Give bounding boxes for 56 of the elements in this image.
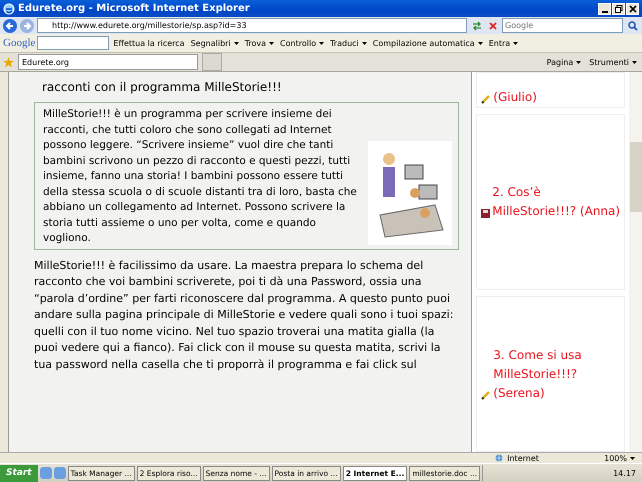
stop-icon [488, 20, 498, 30]
toolbar-button[interactable]: Controllo [278, 38, 326, 48]
back-arrow-icon [5, 20, 15, 30]
caret-icon [362, 42, 367, 45]
restore-button[interactable] [612, 2, 625, 14]
caret-icon [630, 456, 635, 460]
refresh-button[interactable] [470, 19, 483, 32]
toolbar-button[interactable]: Trova [242, 38, 276, 48]
caret-icon [319, 42, 324, 45]
pencil-icon [481, 390, 492, 400]
minimize-button[interactable] [598, 2, 611, 14]
favorites-star-icon[interactable] [3, 56, 14, 68]
toolbar-button[interactable]: Segnalibri [188, 38, 241, 48]
window-title: Edurete.org - Microsoft Internet Explorer [18, 3, 251, 14]
clock-text: 14.17 [613, 468, 636, 478]
search-icon [628, 20, 638, 30]
toolbar-button[interactable]: Compilazione automatica [370, 38, 485, 48]
forward-arrow-icon [22, 20, 32, 30]
intro-text: racconti con il programma MilleStorie!!! [42, 80, 283, 94]
pencil-icon [481, 94, 492, 104]
paragraph: MilleStorie!!! è un programma per scrivere insieme dei racconti, che tutti coloro che sono collegati ad Internet possono leggere. “Scrivere insieme” vuol dire che tanti bambini scrivono un pezzo di racconto e questi pezzi, tutti insieme, fanno una storia! I bambini possono essere tutti della stessa scuola o di scuole distanti tra di loro, basta che abbiano un collegamento ad Internet. Possono scrivere la storia tutti assieme o uno per volta, come e quando vogliono. [43, 107, 358, 246]
zoom-button[interactable]: 100% [601, 454, 638, 462]
paragraph: MilleStorie!!! è facilissimo da usare. La maestra prepara lo schema del racconto che voi bambini scriverete, poi ti dà una Password, ossia una “parola d’ordine” per farti riconoscere dal programma. A questo punto puoi andare sulla pagina principale di MilleStorie e vedere quali sono i tuoi spazi: quelli con il tuo nome vicino. Nel tuo spazio troverai una matita gialla (la puoi vedere qui a fianco). Fai click con il mouse su questa matita, scrivi la tua password nella casella che ti proporrà il programma e fai click sul [34, 258, 454, 374]
sidebar-link[interactable]: 3. Come si usa MilleStorie!!!? (Serena) [493, 346, 624, 402]
command-button[interactable]: Pagina [544, 58, 584, 66]
forward-button[interactable] [20, 18, 34, 32]
search-field[interactable]: Google [502, 18, 623, 33]
google-search-field[interactable] [37, 36, 110, 50]
address-field[interactable]: http://www.edurete.org/millestorie/sp.asp?id=33 [37, 18, 467, 33]
close-button[interactable] [626, 2, 639, 14]
toolbar-button[interactable]: Traduci [328, 38, 369, 48]
caret-icon [269, 42, 274, 45]
quick-launch-icon[interactable] [40, 467, 52, 479]
search-button[interactable] [626, 19, 639, 32]
google-logo: Google [3, 37, 36, 49]
start-button[interactable]: Start [0, 464, 38, 482]
caret-icon [576, 60, 582, 64]
command-button[interactable]: Strumenti [587, 58, 639, 66]
refresh-icon [470, 20, 482, 30]
search-button[interactable]: Effettua la ricerca [111, 38, 187, 48]
restore-icon [614, 4, 622, 12]
toolbar-button[interactable]: Entra [486, 38, 520, 48]
browser-tab[interactable]: Edurete.org [18, 54, 198, 70]
caret-icon [632, 60, 637, 64]
sidebar-link[interactable]: (Giulio) [493, 88, 537, 107]
sidebar-link[interactable]: 2. Cos’è MilleStorie!!!? (Anna) [492, 183, 624, 221]
back-button[interactable] [3, 18, 17, 32]
caret-icon [478, 42, 483, 45]
caret-icon [234, 42, 239, 45]
security-zone-text: Internet [507, 454, 540, 462]
vertical-scrollbar[interactable] [628, 72, 642, 452]
minimize-icon [602, 10, 608, 12]
quick-launch-icon[interactable] [54, 467, 66, 479]
browser-icon [3, 2, 15, 14]
close-icon [628, 4, 636, 12]
caret-icon [513, 42, 518, 45]
